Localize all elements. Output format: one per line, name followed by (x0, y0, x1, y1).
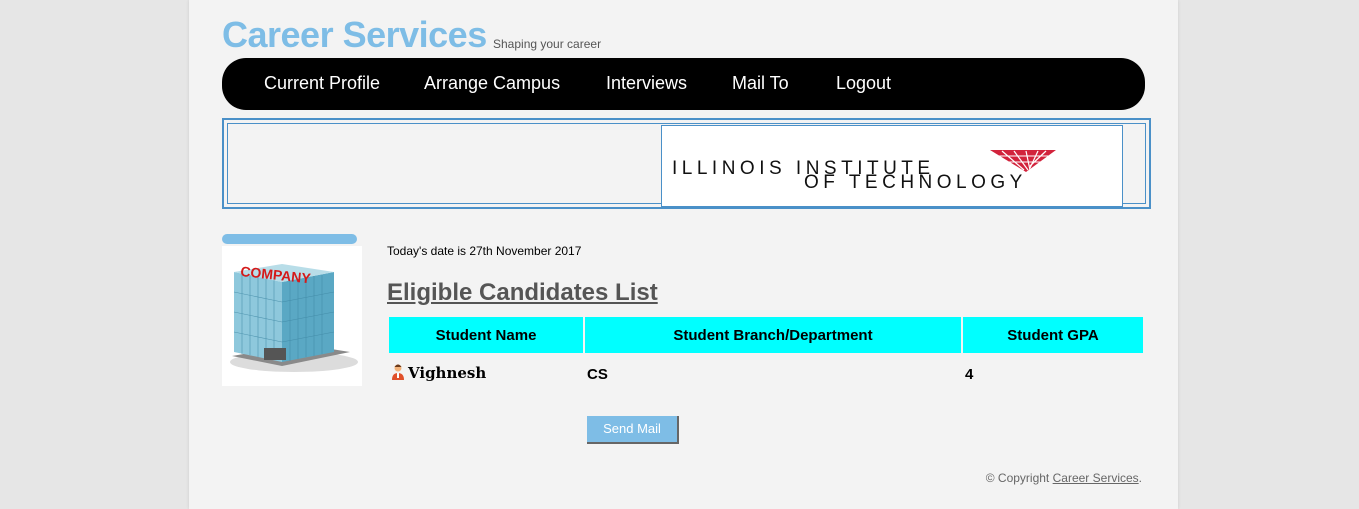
nav-item-arrange-campus[interactable]: Arrange Campus (424, 73, 560, 94)
student-name: Vighnesh (408, 363, 487, 382)
table-row: Vighnesh CS 4 (389, 355, 1143, 393)
sidebar-accent-bar (222, 234, 357, 244)
banner-inner-frame: ILLINOIS INSTITUTE OF TECHNOLOGY (227, 123, 1146, 207)
table-header-row: Student Name Student Branch/Department S… (389, 317, 1143, 353)
nav-item-current-profile[interactable]: Current Profile (264, 73, 380, 94)
footer-copyright: © Copyright Career Services. (986, 471, 1142, 485)
page-title: Eligible Candidates List (387, 279, 658, 306)
page-container: Career Services Shaping your career Curr… (189, 0, 1178, 509)
copyright-suffix: . (1138, 471, 1142, 485)
company-building-icon: COMPANY (230, 263, 358, 372)
nav-item-mail-to[interactable]: Mail To (732, 73, 789, 94)
column-header-branch: Student Branch/Department (585, 317, 961, 353)
nav-item-logout[interactable]: Logout (836, 73, 891, 94)
copyright-link[interactable]: Career Services (1053, 471, 1139, 485)
send-mail-button[interactable]: Send Mail (587, 416, 679, 444)
copyright-prefix: © Copyright (985, 471, 1050, 485)
cell-student-gpa: 4 (965, 365, 974, 383)
header-banner: ILLINOIS INSTITUTE OF TECHNOLOGY (222, 118, 1151, 209)
logo-emblem-icon (990, 150, 1056, 172)
cell-student-name: Vighnesh (389, 355, 583, 393)
column-header-gpa: Student GPA (963, 317, 1143, 353)
current-date: Today's date is 27th November 2017 (387, 244, 582, 258)
site-tagline: Shaping your career (493, 37, 602, 51)
main-nav: Current Profile Arrange Campus Interview… (222, 58, 1145, 110)
iit-logo: ILLINOIS INSTITUTE OF TECHNOLOGY (661, 125, 1123, 207)
logo-line-2: OF TECHNOLOGY (804, 172, 1027, 193)
company-building-image: COMPANY (222, 246, 362, 386)
nav-item-interviews[interactable]: Interviews (606, 73, 687, 94)
site-title: Career Services (222, 14, 487, 55)
iit-logo-graphic: ILLINOIS INSTITUTE OF TECHNOLOGY (672, 150, 1056, 193)
column-header-student-name: Student Name (389, 317, 583, 353)
user-icon (391, 363, 405, 385)
candidates-table: Student Name Student Branch/Department S… (387, 315, 1145, 395)
cell-student-branch: CS (587, 365, 608, 383)
